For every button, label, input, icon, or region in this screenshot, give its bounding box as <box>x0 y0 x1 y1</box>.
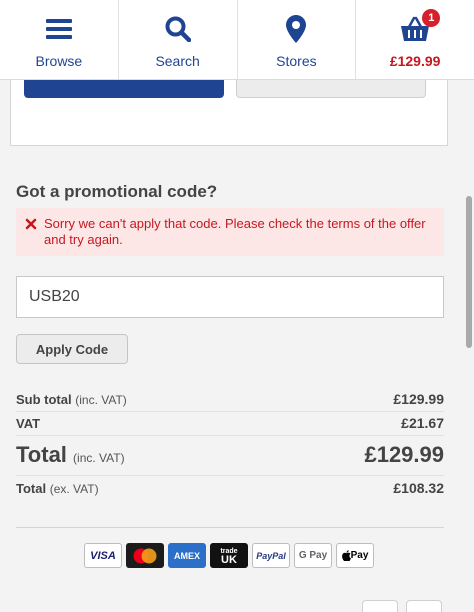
total-row: Total (inc. VAT) £129.99 <box>16 436 444 476</box>
nav-stores-label: Stores <box>276 53 317 69</box>
payment-methods: VISA AM EX trade UK PayPal G Pay Pay <box>84 543 374 568</box>
promo-error-message: Sorry we can't apply that code. Please c… <box>16 208 444 256</box>
promo-code-input[interactable] <box>16 276 444 318</box>
subtotal-label: Sub total (inc. VAT) <box>16 392 127 407</box>
nav-search[interactable]: Search <box>119 0 238 79</box>
visa-logo: VISA <box>84 543 122 568</box>
vat-row: VAT £21.67 <box>16 412 444 436</box>
trade-uk-logo: trade UK <box>210 543 248 568</box>
total-label: Total (inc. VAT) <box>16 442 125 467</box>
vat-label: VAT <box>16 416 41 431</box>
order-totals: Sub total (inc. VAT) £129.99 VAT £21.67 … <box>16 388 444 502</box>
promo-title: Got a promotional code? <box>16 182 218 201</box>
apple-pay-logo: Pay <box>336 543 374 568</box>
nav-browse-label: Browse <box>35 53 83 69</box>
error-x-icon <box>25 218 37 230</box>
paypal-logo: PayPal <box>252 543 290 568</box>
nav-browse[interactable]: Browse <box>0 0 119 79</box>
subtotal-row: Sub total (inc. VAT) £129.99 <box>16 388 444 412</box>
total-ex-vat-value: £108.32 <box>393 480 444 496</box>
nav-basket[interactable]: 1 £129.99 <box>356 0 474 79</box>
nav-stores[interactable]: Stores <box>238 0 357 79</box>
section-divider <box>16 527 444 528</box>
error-text: Sorry we can't apply that code. Please c… <box>44 216 426 247</box>
bottom-nav-button-left[interactable] <box>362 600 398 612</box>
vat-value: £21.67 <box>401 415 444 431</box>
total-value: £129.99 <box>364 442 444 467</box>
google-pay-logo: G Pay <box>294 543 332 568</box>
apple-icon <box>341 550 351 561</box>
mastercard-logo <box>126 543 164 568</box>
menu-icon <box>42 14 76 44</box>
total-ex-vat-row: Total (ex. VAT) £108.32 <box>16 476 444 502</box>
search-icon <box>161 14 195 44</box>
amex-logo: AM EX <box>168 543 206 568</box>
subtotal-value: £129.99 <box>393 391 444 407</box>
location-pin-icon <box>279 14 313 44</box>
basket-count-badge: 1 <box>422 9 441 27</box>
nav-search-label: Search <box>155 53 200 69</box>
scrollbar-thumb[interactable] <box>466 196 472 348</box>
top-navigation: Browse Search Stores 1 £129.99 <box>0 0 474 80</box>
bottom-nav-button-right[interactable] <box>406 600 442 612</box>
apply-code-button[interactable]: Apply Code <box>16 334 128 364</box>
basket-total: £129.99 <box>389 53 441 69</box>
total-ex-vat-label: Total (ex. VAT) <box>16 481 99 496</box>
